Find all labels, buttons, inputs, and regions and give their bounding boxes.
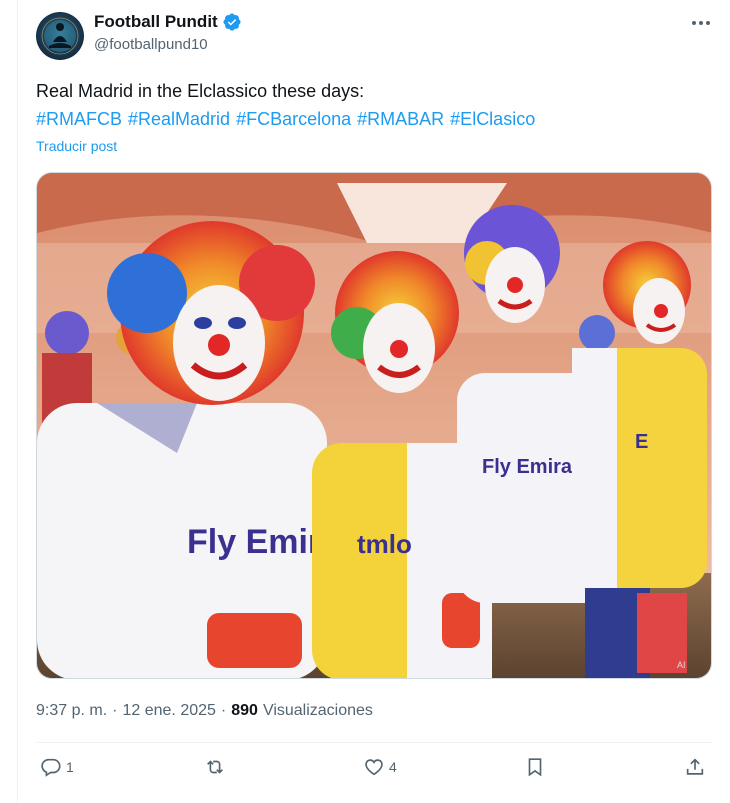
reply-button[interactable]: 1: [40, 756, 74, 778]
post-meta: 9:37 p. m. · 12 ene. 2025 · 890 Visualiz…: [36, 702, 373, 720]
author-handle[interactable]: @footballpund10: [94, 36, 208, 53]
hashtag-link[interactable]: #RealMadrid: [128, 107, 230, 131]
photo-illustration: Fly Emirat tmlo Fly Emira E AI: [37, 173, 711, 678]
ellipsis-icon: [692, 21, 710, 25]
bookmark-icon: [528, 758, 542, 777]
views-label: Visualizaciones: [262, 702, 373, 719]
post-date[interactable]: 12 ene. 2025: [122, 702, 215, 720]
reply-count: 1: [66, 759, 74, 775]
share-icon: [686, 758, 704, 775]
verified-badge-icon: [223, 13, 241, 31]
watermark-text: AI: [677, 660, 686, 670]
hashtag-link[interactable]: #RMABAR: [357, 107, 444, 131]
hashtag-link[interactable]: #ElClasico: [450, 107, 535, 131]
like-button[interactable]: 4: [363, 756, 397, 778]
author-name-row[interactable]: Football Pundit: [94, 12, 242, 32]
tweet-media-image[interactable]: Fly Emirat tmlo Fly Emira E AI: [36, 172, 712, 679]
repost-icon: [207, 760, 223, 774]
shirt-text: E: [635, 431, 648, 453]
hashtag-list: #RMAFCB #RealMadrid #FCBarcelona #RMABAR…: [36, 107, 535, 131]
bookmark-button[interactable]: [524, 756, 546, 778]
avatar[interactable]: [36, 12, 84, 60]
translate-post-link[interactable]: Traducir post: [36, 138, 117, 154]
views-count: 890: [231, 702, 258, 719]
share-button[interactable]: [684, 756, 706, 778]
shirt-text: tmlo: [357, 529, 412, 559]
tweet-text: Real Madrid in the Elclassico these days…: [36, 81, 365, 101]
action-bar: 1 4: [36, 756, 712, 786]
post-time[interactable]: 9:37 p. m.: [36, 702, 107, 720]
divider: [36, 742, 712, 743]
reply-icon: [41, 758, 61, 777]
hashtag-link[interactable]: #FCBarcelona: [236, 107, 351, 131]
shirt-text: Fly Emira: [482, 456, 573, 478]
like-count: 4: [389, 759, 397, 775]
meta-separator: ·: [112, 702, 118, 719]
avatar-meditation-icon: [41, 17, 79, 55]
repost-button[interactable]: [204, 756, 230, 778]
display-name[interactable]: Football Pundit: [94, 12, 218, 32]
heart-icon: [365, 759, 383, 776]
hashtag-link[interactable]: #RMAFCB: [36, 107, 122, 131]
meta-separator: ·: [220, 702, 227, 719]
more-options-icon[interactable]: [688, 12, 714, 34]
